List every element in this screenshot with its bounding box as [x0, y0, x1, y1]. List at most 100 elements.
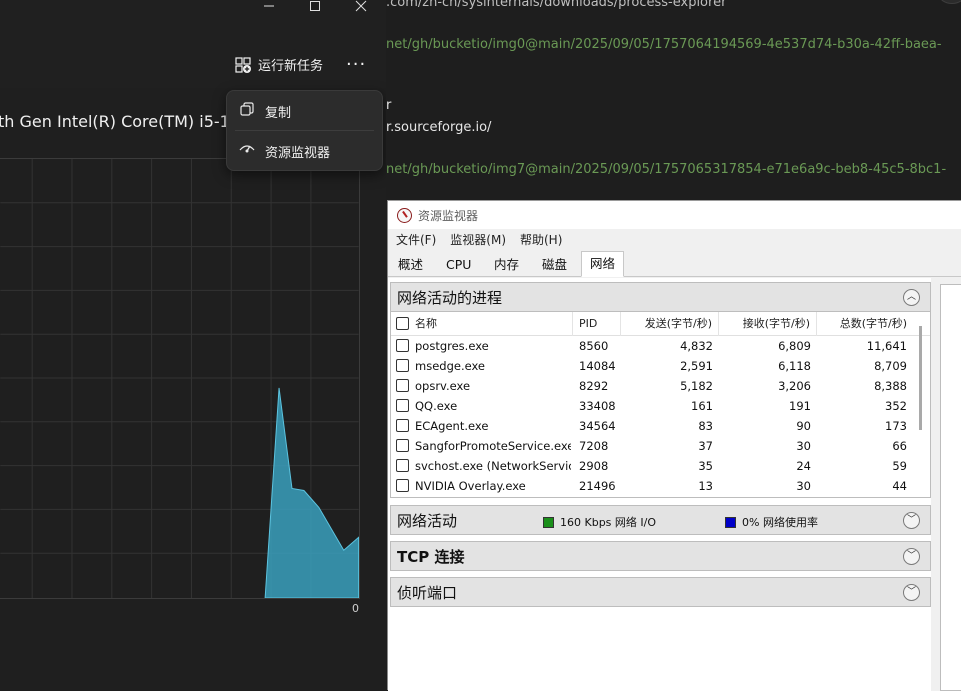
cell-recv: 6,118 — [778, 359, 811, 373]
legend-network-usage: 0% 网络使用率 — [725, 514, 818, 530]
row-checkbox[interactable] — [396, 479, 409, 492]
chevron-down-icon[interactable]: ﹀ — [903, 512, 920, 529]
chevron-down-icon[interactable]: ﹀ — [903, 584, 920, 601]
run-new-task-label: 运行新任务 — [258, 59, 324, 74]
column-header-name[interactable]: 名称 — [415, 312, 573, 336]
tab-memory[interactable]: 内存 — [486, 254, 527, 276]
resource-monitor-titlebar: 资源监视器 — [388, 201, 961, 229]
row-checkbox[interactable] — [396, 339, 409, 352]
table-row[interactable]: ECAgent.exe 34564 83 90 173 — [391, 416, 921, 436]
table-scrollbar[interactable] — [919, 326, 922, 430]
task-manager-toolbar — [0, 42, 386, 88]
column-label: 发送(字节/秒) — [644, 317, 712, 330]
table-row[interactable]: SangforPromoteService.exe 7208 37 30 66 — [391, 436, 921, 456]
section-tcp-connections-header[interactable]: TCP 连接 ﹀ — [390, 541, 931, 571]
cell-name: postgres.exe — [415, 339, 489, 353]
more-options-button[interactable]: ··· — [346, 54, 366, 75]
tab-strip: 概述 CPU 内存 磁盘 网络 — [388, 251, 961, 277]
menu-item-resource-monitor[interactable]: 资源监视器 — [227, 133, 382, 169]
tab-disk[interactable]: 磁盘 — [534, 254, 575, 276]
table-row[interactable]: NVIDIA Overlay.exe 21496 13 30 44 — [391, 476, 921, 496]
menu-item-copy[interactable]: 复制 — [227, 93, 382, 129]
cell-pid: 21496 — [579, 479, 616, 493]
chevron-up-icon[interactable]: ︿ — [903, 289, 920, 306]
close-button[interactable] — [338, 0, 384, 16]
section-title: 网络活动 — [397, 511, 458, 530]
column-header-pid[interactable]: PID — [573, 312, 621, 336]
cpu-usage-graph — [0, 158, 360, 599]
column-header-receive[interactable]: 接收(字节/秒) — [719, 312, 817, 336]
cell-send: 4,832 — [680, 339, 713, 353]
section-title: TCP 连接 — [397, 547, 465, 566]
cpu-usage-area — [264, 387, 359, 598]
task-manager-titlebar — [0, 0, 386, 42]
column-header-send[interactable]: 发送(字节/秒) — [621, 312, 719, 336]
table-row[interactable]: opsrv.exe 8292 5,182 3,206 8,388 — [391, 376, 921, 396]
cell-name: msedge.exe — [415, 359, 485, 373]
editor-line: r — [386, 98, 392, 113]
table-row[interactable]: QQ.exe 33408 161 191 352 — [391, 396, 921, 416]
legend-swatch-usage — [725, 516, 736, 528]
select-all-checkbox[interactable] — [396, 317, 409, 330]
menu-divider — [235, 130, 374, 131]
editor-line[interactable]: r.sourceforge.io/ — [386, 120, 491, 135]
section-listening-ports-header[interactable]: 侦听端口 ﹀ — [390, 577, 931, 607]
cell-pid: 2908 — [579, 459, 609, 473]
minimize-icon — [264, 5, 274, 7]
cell-recv: 30 — [796, 479, 811, 493]
section-network-processes-header[interactable]: 网络活动的进程 ︿ — [390, 282, 931, 312]
row-checkbox[interactable] — [396, 359, 409, 372]
cell-name: QQ.exe — [415, 399, 458, 413]
network-processes-table: 名称 PID 发送(字节/秒) 接收(字节/秒) 总数(字节/秒) ﹀ post… — [390, 312, 931, 498]
cell-total: 173 — [885, 419, 907, 433]
editor-line[interactable]: net/gh/bucketio/img0@main/2025/09/05/175… — [386, 37, 942, 52]
tab-network[interactable]: 网络 — [581, 251, 625, 277]
resource-monitor-icon — [237, 142, 257, 160]
run-new-task-button[interactable]: 运行新任务 — [234, 55, 323, 74]
resource-monitor-window: 资源监视器 文件(F) 监视器(M) 帮助(H) 概述 CPU 内存 磁盘 网络… — [387, 200, 961, 691]
cpu-model-name: th Gen Intel(R) Core(TM) i5-1 — [0, 112, 230, 131]
cell-recv: 90 — [796, 419, 811, 433]
table-row[interactable]: svchost.exe (NetworkServic... 2908 35 24 59 — [391, 456, 921, 476]
menu-file[interactable]: 文件(F) — [396, 229, 436, 251]
menu-monitor[interactable]: 监视器(M) — [450, 229, 506, 251]
cell-name: opsrv.exe — [415, 379, 471, 393]
cell-name: ECAgent.exe — [415, 419, 489, 433]
table-row[interactable]: msedge.exe 14084 2,591 6,118 8,709 — [391, 356, 921, 376]
cell-name: SangforPromoteService.exe — [415, 439, 571, 453]
editor-line[interactable]: .com/zh-cn/sysinternals/downloads/proces… — [386, 0, 726, 10]
cell-name: NVIDIA Overlay.exe — [415, 479, 526, 493]
graph-axis-zero-label: 0 — [352, 602, 359, 615]
row-checkbox[interactable] — [396, 379, 409, 392]
cell-total: 352 — [885, 399, 907, 413]
cell-pid: 34564 — [579, 419, 616, 433]
cell-name: svchost.exe (NetworkServic... — [415, 459, 571, 473]
chart-panel-strip — [931, 278, 961, 691]
cell-total: 8,388 — [874, 379, 907, 393]
legend-network-io: 160 Kbps 网络 I/O — [543, 514, 656, 530]
row-checkbox[interactable] — [396, 459, 409, 472]
row-checkbox[interactable] — [396, 439, 409, 452]
resource-monitor-title: 资源监视器 — [418, 208, 479, 223]
chevron-down-icon[interactable]: ﹀ — [903, 548, 920, 565]
table-row[interactable]: postgres.exe 8560 4,832 6,809 11,641 — [391, 336, 921, 356]
cell-recv: 3,206 — [778, 379, 811, 393]
menu-item-resource-monitor-label: 资源监视器 — [265, 145, 331, 161]
editor-line[interactable]: net/gh/bucketio/img7@main/2025/09/05/175… — [386, 162, 946, 177]
avatar[interactable] — [939, 0, 961, 4]
tab-cpu[interactable]: CPU — [438, 254, 479, 276]
section-network-activity-header[interactable]: 网络活动 160 Kbps 网络 I/O 0% 网络使用率 ﹀ — [390, 505, 931, 535]
cell-total: 44 — [892, 479, 907, 493]
minimize-button[interactable] — [246, 0, 292, 16]
cell-send: 35 — [698, 459, 713, 473]
menu-item-copy-label: 复制 — [265, 105, 292, 121]
column-label: 名称 — [415, 317, 437, 330]
menu-help[interactable]: 帮助(H) — [520, 229, 562, 251]
maximize-button[interactable] — [292, 0, 338, 16]
section-title: 侦听端口 — [397, 583, 458, 602]
maximize-icon — [310, 1, 320, 11]
row-checkbox[interactable] — [396, 419, 409, 432]
tab-overview[interactable]: 概述 — [390, 254, 431, 276]
cell-total: 11,641 — [866, 339, 907, 353]
row-checkbox[interactable] — [396, 399, 409, 412]
